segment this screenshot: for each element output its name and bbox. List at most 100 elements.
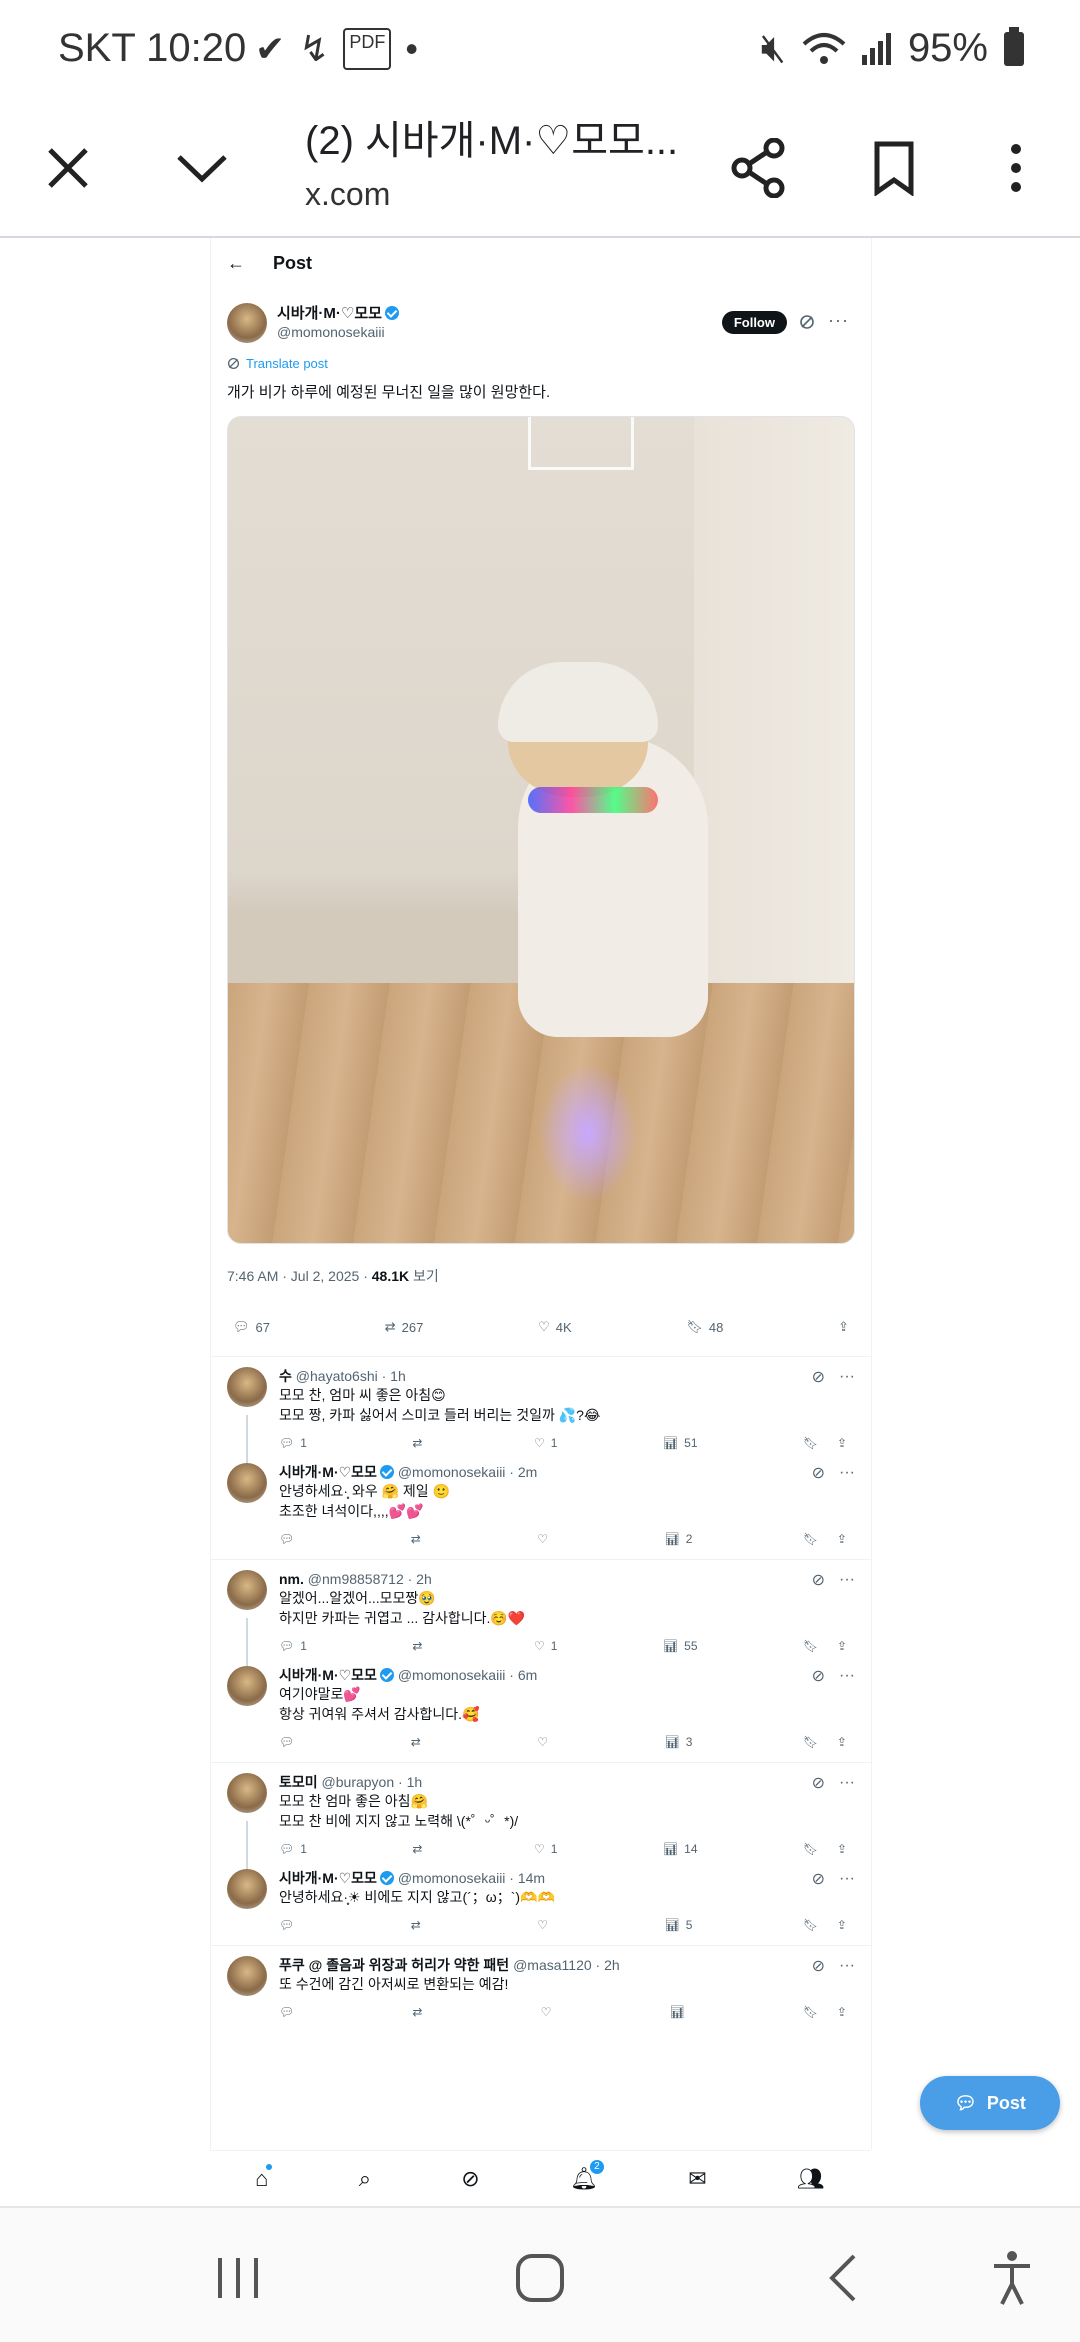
grok-icon[interactable]: ⊘ — [812, 1666, 825, 1686]
views-button[interactable]: 📊︎ 55 — [663, 1639, 698, 1653]
like-button[interactable]: ♡ 1 — [534, 1436, 557, 1450]
minimize-button[interactable] — [162, 128, 242, 208]
share-button[interactable] — [718, 128, 798, 208]
like-button[interactable]: ♡ — [541, 2005, 558, 2019]
bookmark-icon[interactable]: 🔖︎ — [803, 1842, 818, 1856]
views-button[interactable]: 📊︎ 2 — [665, 1532, 693, 1546]
grok-nav-icon[interactable]: ⊘ — [461, 2166, 479, 2192]
close-button[interactable] — [28, 128, 108, 208]
reply-item[interactable]: 시바개·M·♡모모 @momonosekaiii · 14m ⊘ ··· 안녕하세… — [211, 1859, 871, 1946]
back-arrow-icon[interactable]: ← — [227, 253, 245, 274]
reply-author-name[interactable]: nm. — [279, 1571, 304, 1587]
bookmark-post-button[interactable]: 🔖︎ 48 — [686, 1319, 723, 1335]
share-icon[interactable]: ⇪ — [837, 1842, 847, 1856]
communities-icon[interactable]: 👥︎ — [797, 2166, 825, 2192]
reply-item[interactable]: nm. @nm98858712 · 2h ⊘ ··· 알겠어...알겠어...모모… — [211, 1560, 871, 1678]
like-button[interactable]: ♡ 1 — [534, 1842, 557, 1856]
reply-button[interactable]: 💬︎ — [279, 2005, 300, 2019]
avatar[interactable] — [227, 1570, 267, 1610]
home-icon[interactable]: ⌂ — [255, 2164, 273, 2192]
views-button[interactable]: 📊︎ 51 — [663, 1436, 698, 1450]
views-button[interactable]: 📊︎ 5 — [665, 1918, 693, 1932]
reply-button[interactable]: 💬︎ 1 — [279, 1639, 307, 1653]
reply-handle[interactable]: @momonosekaiii · 14m — [398, 1870, 545, 1886]
reply-button[interactable]: 💬︎ — [279, 1532, 300, 1546]
follow-button[interactable]: Follow — [721, 311, 787, 334]
bookmark-icon[interactable]: 🔖︎ — [803, 1639, 818, 1653]
more-horizontal-icon[interactable]: ··· — [839, 1368, 855, 1386]
reply-button[interactable]: 💬︎ 1 — [279, 1842, 307, 1856]
avatar[interactable] — [227, 1956, 267, 1996]
reply-author-name[interactable]: 수 — [279, 1368, 292, 1384]
more-horizontal-icon[interactable]: ··· — [839, 1667, 855, 1685]
reply-item[interactable]: 수 @hayato6shi · 1h ⊘ ··· 모모 찬, 엄마 씨 좋은 아침… — [211, 1357, 871, 1475]
reply-handle[interactable]: @masa1120 · 2h — [513, 1957, 620, 1973]
more-horizontal-icon[interactable]: ··· — [839, 1464, 855, 1482]
reply-handle[interactable]: @burapyon · 1h — [322, 1774, 423, 1790]
bookmark-icon[interactable]: 🔖︎ — [803, 1735, 818, 1749]
author-name[interactable]: 시바개·M·♡모모 — [277, 305, 382, 322]
like-button[interactable]: ♡ 1 — [534, 1639, 557, 1653]
more-horizontal-icon[interactable]: ··· — [839, 1571, 855, 1589]
like-button[interactable]: ♡ — [537, 1735, 554, 1749]
grok-icon[interactable]: ⊘ — [812, 1956, 825, 1976]
grok-icon[interactable]: ⊘ — [812, 1773, 825, 1793]
reply-author-name[interactable]: 시바개·M·♡모모 — [279, 1870, 377, 1886]
like-button[interactable]: ♡ 4K — [538, 1319, 572, 1335]
avatar[interactable] — [227, 303, 267, 343]
share-icon[interactable]: ⇪ — [837, 1532, 847, 1546]
grok-icon[interactable]: ⊘ — [812, 1463, 825, 1483]
reply-author-name[interactable]: 푸쿠 @ 졸음과 위장과 허리가 약한 패턴 — [279, 1957, 509, 1973]
avatar[interactable] — [227, 1463, 267, 1503]
recents-button[interactable] — [198, 2238, 278, 2318]
reply-item[interactable]: 푸쿠 @ 졸음과 위장과 허리가 약한 패턴 @masa1120 · 2h ⊘ ·… — [211, 1946, 871, 2022]
grok-icon[interactable]: ⊘ — [812, 1869, 825, 1889]
repost-button[interactable]: ⇄ — [411, 1918, 427, 1932]
repost-button[interactable]: ⇄ — [411, 1735, 427, 1749]
home-nav-button[interactable] — [500, 2238, 580, 2318]
bookmark-button[interactable] — [854, 128, 934, 208]
notifications-icon[interactable]: 🔔︎ 2 — [570, 2160, 604, 2192]
reply-item[interactable]: 시바개·M·♡모모 @momonosekaiii · 6m ⊘ ··· 여기야말로… — [211, 1656, 871, 1763]
avatar[interactable] — [227, 1869, 267, 1909]
reply-item[interactable]: 토모미 @burapyon · 1h ⊘ ··· 모모 찬 엄마 좋은 아침🤗 모모… — [211, 1763, 871, 1881]
author-handle[interactable]: @momonosekaiii — [277, 323, 399, 341]
post-image[interactable] — [227, 416, 855, 1244]
bookmark-icon[interactable]: 🔖︎ — [803, 1436, 818, 1450]
share-post-button[interactable]: ⇪ — [838, 1319, 849, 1335]
reply-author-name[interactable]: 시바개·M·♡모모 — [279, 1464, 377, 1480]
like-button[interactable]: ♡ — [537, 1918, 554, 1932]
overflow-menu-button[interactable] — [976, 128, 1056, 208]
reply-handle[interactable]: @momonosekaiii · 6m — [398, 1667, 537, 1683]
translate-post-link[interactable]: Translate post — [227, 356, 855, 371]
bookmark-icon[interactable]: 🔖︎ — [803, 2005, 818, 2019]
views-button[interactable]: 📊︎ 3 — [665, 1735, 693, 1749]
messages-icon[interactable]: ✉ — [688, 2166, 706, 2192]
post-timestamp[interactable]: 7:46 AM · Jul 2, 2025 · — [227, 1268, 372, 1284]
share-icon[interactable]: ⇪ — [837, 2005, 847, 2019]
back-nav-button[interactable] — [803, 2238, 883, 2318]
grok-icon[interactable]: ⊘ — [812, 1367, 825, 1387]
reply-handle[interactable]: @momonosekaiii · 2m — [398, 1464, 537, 1480]
repost-button[interactable]: ⇄ — [412, 2005, 428, 2019]
more-horizontal-icon[interactable]: ··· — [839, 1774, 855, 1792]
reply-author-name[interactable]: 시바개·M·♡모모 — [279, 1667, 377, 1683]
share-icon[interactable]: ⇪ — [837, 1639, 847, 1653]
grok-icon[interactable] — [799, 314, 815, 330]
bookmark-icon[interactable]: 🔖︎ — [803, 1532, 818, 1546]
reply-button[interactable]: 💬︎ — [279, 1735, 300, 1749]
share-icon[interactable]: ⇪ — [837, 1918, 847, 1932]
reply-item[interactable]: 시바개·M·♡모모 @momonosekaiii · 2m ⊘ ··· 안녕하세요… — [211, 1453, 871, 1560]
more-horizontal-icon[interactable]: ··· — [828, 310, 849, 331]
repost-button[interactable]: ⇄ — [412, 1842, 428, 1856]
more-horizontal-icon[interactable]: ··· — [839, 1957, 855, 1975]
avatar[interactable] — [227, 1666, 267, 1706]
avatar[interactable] — [227, 1773, 267, 1813]
repost-button[interactable]: ⇄ — [412, 1436, 428, 1450]
reply-button[interactable]: 💬︎ 67 — [233, 1319, 270, 1335]
reply-author-name[interactable]: 토모미 — [279, 1774, 318, 1790]
page-url[interactable]: x.com — [305, 176, 390, 213]
reply-button[interactable]: 💬︎ — [279, 1918, 300, 1932]
reply-button[interactable]: 💬︎ 1 — [279, 1436, 307, 1450]
repost-button[interactable]: ⇄ — [411, 1532, 427, 1546]
